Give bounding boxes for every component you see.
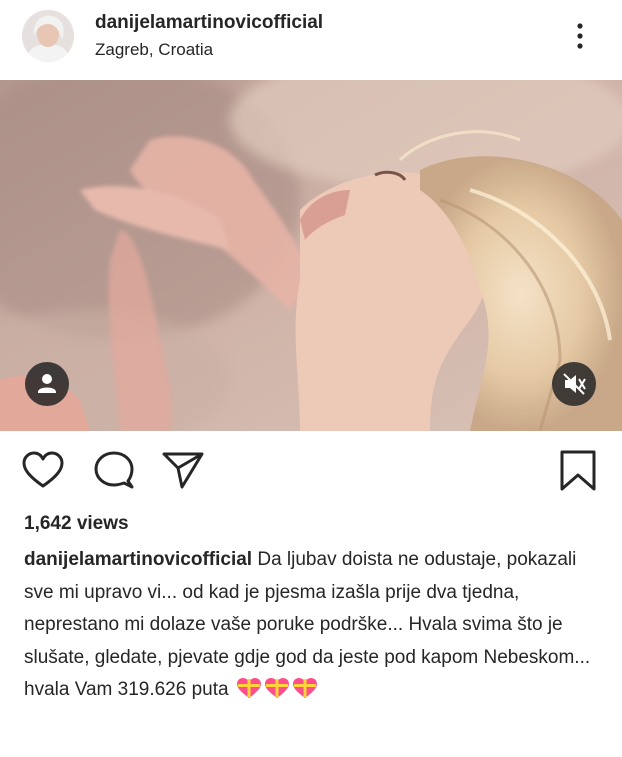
heart-icon[interactable] [20, 448, 66, 494]
username[interactable]: danijelamartinovicofficial [95, 12, 323, 34]
gift-heart-emoji [236, 678, 261, 698]
post-video[interactable] [0, 80, 622, 431]
post-header: danijelamartinovicofficial Zagreb, Croat… [0, 0, 622, 80]
location[interactable]: Zagreb, Croatia [95, 40, 213, 60]
gift-heart-emoji [292, 678, 317, 698]
volume-muted-icon[interactable] [552, 362, 596, 406]
views-count[interactable]: 1,642 views [24, 513, 129, 535]
paper-plane-icon[interactable] [160, 448, 206, 494]
avatar-photo [22, 10, 74, 62]
post-caption: danijelamartinovicofficial Da ljubav doi… [24, 544, 604, 707]
user-tag-icon[interactable] [25, 362, 69, 406]
caption-emojis [234, 678, 318, 700]
caption-username[interactable]: danijelamartinovicofficial [24, 549, 252, 570]
more-vertical-icon[interactable] [570, 16, 590, 56]
video-frame [0, 80, 622, 431]
avatar[interactable] [22, 10, 74, 62]
gift-heart-emoji [264, 678, 289, 698]
bookmark-icon[interactable] [556, 448, 602, 494]
comment-icon[interactable] [91, 448, 137, 494]
